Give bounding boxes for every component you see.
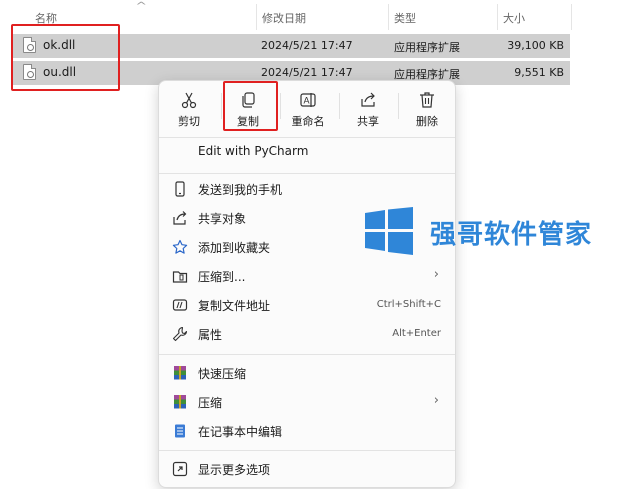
share-button[interactable]: 共享 [339, 85, 397, 133]
column-type[interactable]: 类型 [394, 10, 416, 26]
more-options-icon [172, 461, 188, 477]
archive-folder-icon [172, 271, 188, 283]
menu-item-compress[interactable]: 压缩 › [159, 388, 455, 416]
menu-item-send-phone[interactable]: 发送到我的手机 [159, 175, 455, 203]
star-icon [172, 239, 188, 254]
menu-item-label: 属性 [198, 328, 223, 342]
watermark-text: 强哥软件管家 [430, 220, 593, 250]
menu-item-copy-path[interactable]: 复制文件地址 Ctrl+Shift+C [159, 291, 455, 319]
cut-label: 剪切 [178, 115, 200, 128]
menu-item-pycharm[interactable]: Edit with PyCharm [159, 138, 455, 166]
share-icon [173, 211, 187, 225]
context-menu: 剪切 复制 A 重命名 共享 删除 Edit with PyCharm 发送到我… [158, 80, 456, 488]
copy-path-icon [172, 299, 188, 311]
menu-item-label: 压缩 [198, 396, 223, 410]
column-size[interactable]: 大小 [503, 10, 525, 26]
rename-button[interactable]: A 重命名 [279, 85, 337, 133]
chevron-right-icon: › [433, 267, 439, 282]
column-separator[interactable] [497, 4, 498, 30]
svg-text:A: A [304, 96, 310, 106]
share-icon [361, 92, 375, 107]
menu-item-label: 压缩到... [198, 270, 246, 284]
menu-item-label: 复制文件地址 [198, 299, 271, 313]
menu-item-label: 发送到我的手机 [198, 183, 283, 197]
column-modified[interactable]: 修改日期 [262, 10, 306, 26]
menu-item-more-options[interactable]: 显示更多选项 [159, 455, 455, 483]
menu-item-label: 共享对象 [198, 212, 247, 226]
notepad-icon [175, 424, 185, 438]
windows-logo-icon [365, 207, 413, 255]
column-separator[interactable] [388, 4, 389, 30]
menu-item-label: 快速压缩 [198, 367, 247, 381]
menu-divider [159, 450, 455, 451]
file-type: 应用程序扩展 [394, 41, 460, 54]
copy-highlight-box [223, 81, 278, 131]
wrench-icon [172, 326, 188, 342]
menu-item-label: Edit with PyCharm [198, 144, 309, 158]
menu-item-label: 显示更多选项 [198, 463, 271, 477]
menu-divider [159, 354, 455, 355]
menu-item-notepad-edit[interactable]: 在记事本中编辑 [159, 417, 455, 445]
chevron-right-icon: › [433, 393, 439, 408]
menu-item-properties[interactable]: 属性 Alt+Enter [159, 320, 455, 348]
sort-chevron-icon[interactable]: ^ [135, 1, 147, 12]
scissors-icon [181, 92, 197, 109]
delete-label: 删除 [416, 115, 438, 128]
winrar-icon [174, 366, 186, 380]
cut-button[interactable]: 剪切 [160, 85, 218, 133]
file-size: 39,100 KB [507, 39, 564, 52]
menu-item-shortcut: Alt+Enter [392, 328, 441, 339]
menu-item-shortcut: Ctrl+Shift+C [376, 299, 441, 310]
menu-item-label: 在记事本中编辑 [198, 425, 283, 439]
phone-icon [175, 181, 185, 197]
file-modified: 2024/5/21 17:47 [261, 39, 353, 52]
column-separator[interactable] [571, 4, 572, 30]
winrar-icon [174, 395, 186, 409]
menu-divider [159, 173, 455, 174]
file-size: 9,551 KB [514, 66, 564, 79]
share-label: 共享 [357, 115, 379, 128]
delete-button[interactable]: 删除 [398, 85, 456, 133]
trash-icon [420, 92, 434, 108]
files-highlight-box [11, 24, 120, 91]
menu-item-label: 添加到收藏夹 [198, 241, 271, 255]
menu-item-compress-to[interactable]: 压缩到... › [159, 262, 455, 290]
rename-label: 重命名 [291, 115, 325, 128]
rename-icon: A [300, 93, 316, 107]
column-separator[interactable] [256, 4, 257, 30]
menu-item-quick-compress[interactable]: 快速压缩 [159, 359, 455, 387]
file-modified: 2024/5/21 17:47 [261, 66, 353, 79]
